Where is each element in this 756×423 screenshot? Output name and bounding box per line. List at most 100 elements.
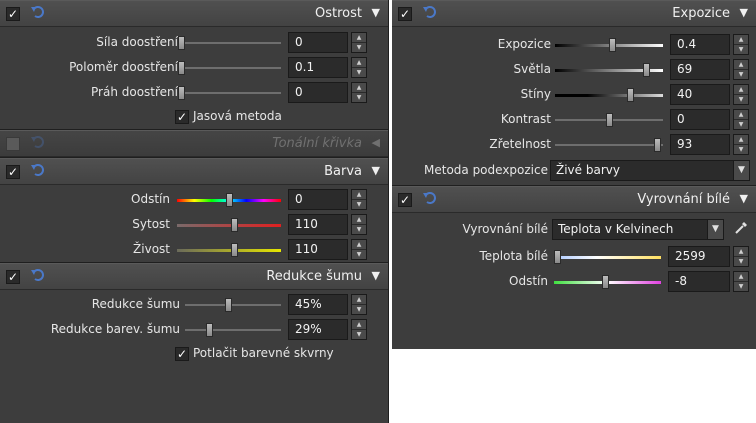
value-spinner[interactable]: 0.1 ▲ ▼ xyxy=(288,57,367,78)
value-spinner[interactable]: 45% ▲ ▼ xyxy=(288,294,367,315)
slider-thumb[interactable] xyxy=(178,86,185,100)
value-spinner[interactable]: 0 ▲ ▼ xyxy=(288,189,367,210)
spin-down-icon[interactable]: ▼ xyxy=(352,304,366,314)
spin-down-icon[interactable]: ▼ xyxy=(352,92,366,102)
spin-up-icon[interactable]: ▲ xyxy=(734,60,748,69)
value-spinner[interactable]: 0 ▲ ▼ xyxy=(670,109,749,130)
spin-down-icon[interactable]: ▼ xyxy=(352,329,366,339)
spin-up-icon[interactable]: ▲ xyxy=(352,190,366,199)
value-field[interactable]: 40 xyxy=(670,84,730,105)
slider-thumb[interactable] xyxy=(231,218,238,232)
value-field[interactable]: 93 xyxy=(670,134,730,155)
spin-arrows[interactable]: ▲ ▼ xyxy=(733,271,749,292)
undo-icon[interactable] xyxy=(30,4,46,20)
value-field[interactable]: 0 xyxy=(288,189,348,210)
spin-arrows[interactable]: ▲ ▼ xyxy=(733,34,749,55)
chevron-down-icon[interactable]: ▼ xyxy=(372,269,380,282)
spin-arrows[interactable]: ▲ ▼ xyxy=(351,57,367,78)
color-header[interactable]: ✓ Barva ▼ xyxy=(0,158,388,185)
slider-thumb[interactable] xyxy=(178,61,185,75)
white-balance-enable-checkbox[interactable]: ✓ xyxy=(398,193,412,207)
spin-down-icon[interactable]: ▼ xyxy=(734,94,748,104)
slider-track[interactable] xyxy=(177,249,281,252)
spin-arrows[interactable]: ▲ ▼ xyxy=(351,189,367,210)
spin-up-icon[interactable]: ▲ xyxy=(734,272,748,281)
slider-thumb[interactable] xyxy=(627,88,634,102)
spin-up-icon[interactable]: ▲ xyxy=(352,33,366,42)
spin-down-icon[interactable]: ▼ xyxy=(734,119,748,129)
slider-track[interactable] xyxy=(177,224,281,227)
value-spinner[interactable]: 93 ▲ ▼ xyxy=(670,134,749,155)
chevron-down-icon[interactable]: ▼ xyxy=(740,6,748,19)
chevron-down-icon[interactable]: ▼ xyxy=(372,6,380,19)
spin-up-icon[interactable]: ▲ xyxy=(734,35,748,44)
suppress-color-spots-checkbox[interactable]: ✓ xyxy=(175,347,189,361)
value-spinner[interactable]: 29% ▲ ▼ xyxy=(288,319,367,340)
spin-down-icon[interactable]: ▼ xyxy=(734,144,748,154)
value-field[interactable]: 0 xyxy=(288,82,348,103)
slider-track[interactable] xyxy=(178,42,281,44)
undo-icon[interactable] xyxy=(422,190,438,206)
slider-track[interactable] xyxy=(178,92,281,94)
value-field[interactable]: 2599 xyxy=(668,246,730,267)
spin-arrows[interactable]: ▲ ▼ xyxy=(351,294,367,315)
noise-reduction-header[interactable]: ✓ Redukce šumu ▼ xyxy=(0,263,388,290)
eyedropper-icon[interactable] xyxy=(733,220,749,236)
slider-thumb[interactable] xyxy=(231,243,238,257)
spin-arrows[interactable]: ▲ ▼ xyxy=(351,214,367,235)
spin-arrows[interactable]: ▲ ▼ xyxy=(733,84,749,105)
tone-curve-enable-checkbox[interactable] xyxy=(6,137,20,151)
exposure-enable-checkbox[interactable]: ✓ xyxy=(398,7,412,21)
spin-up-icon[interactable]: ▲ xyxy=(352,295,366,304)
value-field[interactable]: 45% xyxy=(288,294,348,315)
spin-down-icon[interactable]: ▼ xyxy=(734,281,748,291)
slider-track[interactable] xyxy=(185,329,281,331)
value-field[interactable]: 110 xyxy=(288,214,348,235)
spin-up-icon[interactable]: ▲ xyxy=(352,240,366,249)
chevron-down-icon[interactable]: ▼ xyxy=(372,164,380,177)
spin-down-icon[interactable]: ▼ xyxy=(734,256,748,266)
value-spinner[interactable]: 110 ▲ ▼ xyxy=(288,239,367,260)
value-field[interactable]: 0.1 xyxy=(288,57,348,78)
exposure-header[interactable]: ✓ Expozice ▼ xyxy=(392,0,756,27)
slider-track[interactable] xyxy=(178,67,281,69)
spin-up-icon[interactable]: ▲ xyxy=(734,110,748,119)
white-balance-header[interactable]: ✓ Vyrovnání bílé ▼ xyxy=(392,186,756,213)
chevron-down-icon[interactable]: ▼ xyxy=(707,220,723,239)
slider-thumb[interactable] xyxy=(606,113,613,127)
undo-icon[interactable] xyxy=(30,134,46,150)
value-field[interactable]: -8 xyxy=(668,271,730,292)
spin-arrows[interactable]: ▲ ▼ xyxy=(733,246,749,267)
spin-up-icon[interactable]: ▲ xyxy=(734,247,748,256)
value-spinner[interactable]: 2599 ▲ ▼ xyxy=(668,246,749,267)
spin-arrows[interactable]: ▲ ▼ xyxy=(351,239,367,260)
spin-down-icon[interactable]: ▼ xyxy=(352,224,366,234)
spin-down-icon[interactable]: ▼ xyxy=(352,199,366,209)
slider-thumb[interactable] xyxy=(178,36,185,50)
chevron-left-icon[interactable]: ◀ xyxy=(372,136,380,149)
spin-down-icon[interactable]: ▼ xyxy=(352,42,366,52)
undo-icon[interactable] xyxy=(30,162,46,178)
suppress-color-spots-label[interactable]: Potlačit barevné skvrny xyxy=(193,346,334,360)
sharpen-header[interactable]: ✓ Ostrost ▼ xyxy=(0,0,388,27)
slider-track[interactable] xyxy=(555,94,663,97)
slider-track[interactable] xyxy=(554,256,661,259)
undo-icon[interactable] xyxy=(30,267,46,283)
value-spinner[interactable]: 40 ▲ ▼ xyxy=(670,84,749,105)
luminance-method-checkbox[interactable]: ✓ xyxy=(175,110,189,124)
undo-icon[interactable] xyxy=(422,4,438,20)
underexposure-method-select[interactable]: Živé barvy ▼ xyxy=(550,160,750,181)
spin-arrows[interactable]: ▲ ▼ xyxy=(733,59,749,80)
slider-thumb[interactable] xyxy=(654,138,661,152)
chevron-down-icon[interactable]: ▼ xyxy=(740,192,748,205)
value-field[interactable]: 29% xyxy=(288,319,348,340)
spin-up-icon[interactable]: ▲ xyxy=(352,320,366,329)
value-field[interactable]: 0 xyxy=(670,109,730,130)
spin-down-icon[interactable]: ▼ xyxy=(734,44,748,54)
spin-down-icon[interactable]: ▼ xyxy=(352,67,366,77)
luminance-method-label[interactable]: Jasová metoda xyxy=(193,109,282,123)
value-spinner[interactable]: -8 ▲ ▼ xyxy=(668,271,749,292)
value-spinner[interactable]: 69 ▲ ▼ xyxy=(670,59,749,80)
spin-down-icon[interactable]: ▼ xyxy=(734,69,748,79)
value-field[interactable]: 69 xyxy=(670,59,730,80)
